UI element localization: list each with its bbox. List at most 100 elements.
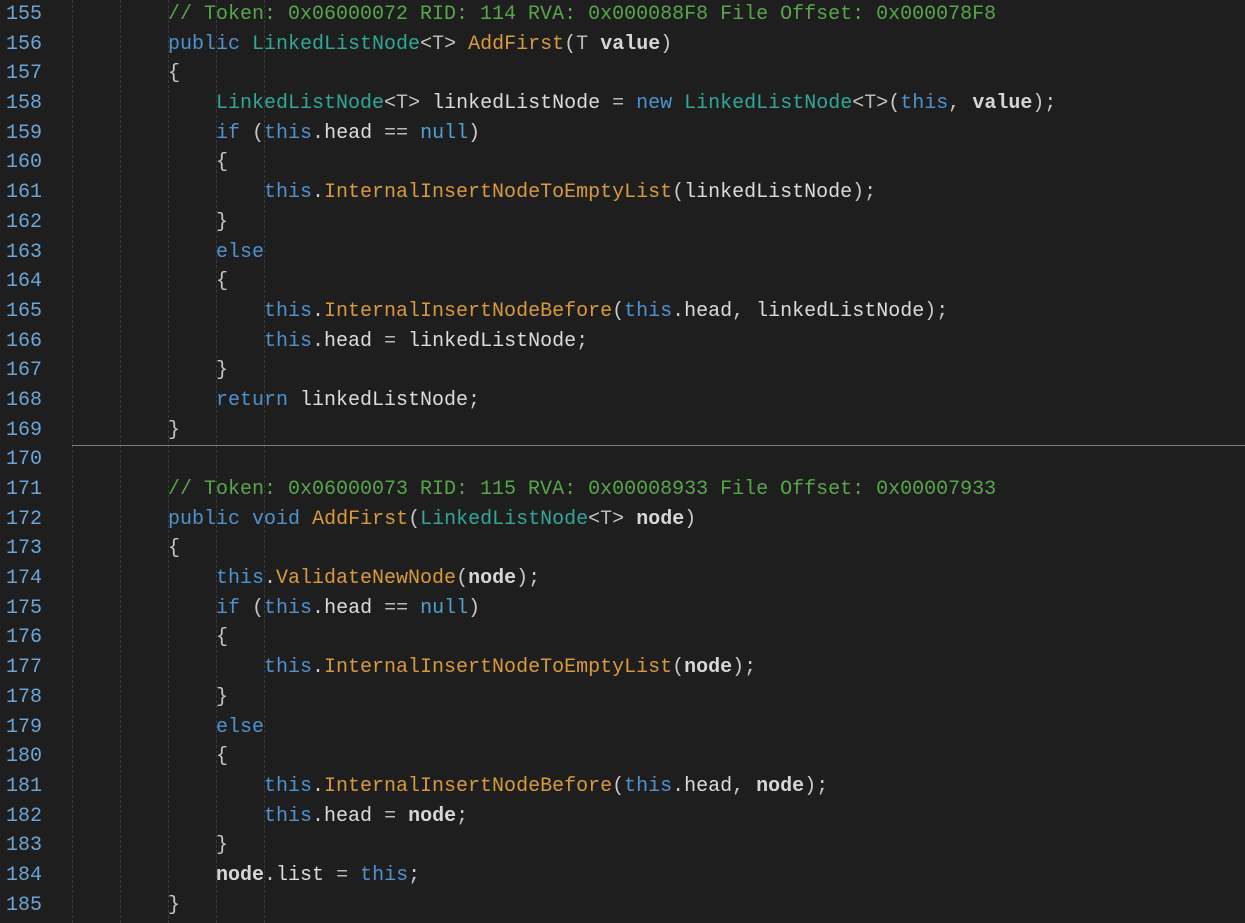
code-token: void (252, 508, 300, 531)
code-token: ; (576, 330, 588, 353)
line-number: 158 (0, 89, 42, 119)
code-token: T (396, 92, 408, 115)
code-line[interactable]: } (72, 416, 1245, 446)
code-token: = (336, 864, 348, 887)
code-line[interactable]: node.list = this; (72, 861, 1245, 891)
code-line[interactable] (72, 445, 1245, 475)
code-token (744, 775, 756, 798)
code-token: head (324, 805, 372, 828)
code-token: , (948, 92, 960, 115)
code-content[interactable]: // Token: 0x06000072 RID: 114 RVA: 0x000… (54, 0, 1245, 923)
code-token: ( (456, 567, 468, 590)
code-line[interactable]: // Token: 0x06000072 RID: 114 RVA: 0x000… (72, 0, 1245, 30)
line-number: 168 (0, 386, 42, 416)
code-line[interactable]: this.ValidateNewNode(node); (72, 564, 1245, 594)
code-token: this (624, 300, 672, 323)
code-token: linkedListNode (420, 92, 612, 115)
code-token: this (624, 775, 672, 798)
code-token: . (312, 597, 324, 620)
code-line[interactable]: { (72, 267, 1245, 297)
code-line[interactable]: // Token: 0x06000073 RID: 115 RVA: 0x000… (72, 475, 1245, 505)
code-token: ) (804, 775, 816, 798)
code-line[interactable]: else (72, 713, 1245, 743)
code-token: ) (732, 656, 744, 679)
code-token: . (312, 122, 324, 145)
code-line[interactable]: { (72, 148, 1245, 178)
line-number: 178 (0, 683, 42, 713)
line-number: 164 (0, 267, 42, 297)
code-line[interactable]: public void AddFirst(LinkedListNode<T> n… (72, 505, 1245, 535)
code-token: ) (516, 567, 528, 590)
code-line[interactable]: public LinkedListNode<T> AddFirst(T valu… (72, 30, 1245, 60)
code-token: , (732, 300, 744, 323)
line-number: 162 (0, 208, 42, 238)
code-token: ) (468, 122, 480, 145)
code-token (672, 92, 684, 115)
code-token: linkedListNode (408, 330, 576, 353)
code-line[interactable]: else (72, 238, 1245, 268)
line-number-gutter: 1551561571581591601611621631641651661671… (0, 0, 54, 923)
code-token: ( (612, 300, 624, 323)
code-line[interactable]: this.InternalInsertNodeToEmptyList(node)… (72, 653, 1245, 683)
code-line[interactable]: } (72, 356, 1245, 386)
code-token: LinkedListNode (420, 508, 588, 531)
code-token: this (264, 122, 312, 145)
code-token: this (264, 775, 312, 798)
code-token: { (216, 270, 228, 293)
code-token: this (900, 92, 948, 115)
code-token: } (216, 686, 228, 709)
code-token: > (876, 92, 888, 115)
line-number: 179 (0, 713, 42, 743)
code-line[interactable]: LinkedListNode<T> linkedListNode = new L… (72, 89, 1245, 119)
code-token (408, 122, 420, 145)
code-line[interactable]: { (72, 59, 1245, 89)
code-token: this (264, 300, 312, 323)
code-token (744, 300, 756, 323)
code-token (624, 92, 636, 115)
code-token: LinkedListNode (216, 92, 384, 115)
code-editor[interactable]: 1551561571581591601611621631641651661671… (0, 0, 1245, 923)
code-token: list (276, 864, 324, 887)
code-line[interactable]: { (72, 742, 1245, 772)
line-number: 184 (0, 861, 42, 891)
code-token: null (420, 122, 468, 145)
code-token: == (384, 122, 408, 145)
code-token: { (168, 537, 180, 560)
code-line[interactable]: } (72, 208, 1245, 238)
code-line[interactable]: } (72, 831, 1245, 861)
code-line[interactable]: this.InternalInsertNodeBefore(this.head,… (72, 772, 1245, 802)
code-token: ; (468, 389, 480, 412)
code-line[interactable]: this.InternalInsertNodeToEmptyList(linke… (72, 178, 1245, 208)
code-token: ( (240, 122, 264, 145)
code-line[interactable]: } (72, 683, 1245, 713)
code-token: ( (672, 181, 684, 204)
code-token: this (264, 597, 312, 620)
line-number: 166 (0, 327, 42, 357)
code-line[interactable]: if (this.head == null) (72, 119, 1245, 149)
code-line[interactable]: this.InternalInsertNodeBefore(this.head,… (72, 297, 1245, 327)
code-line[interactable]: if (this.head == null) (72, 594, 1245, 624)
code-line[interactable]: { (72, 534, 1245, 564)
code-line[interactable]: return linkedListNode; (72, 386, 1245, 416)
line-number: 169 (0, 416, 42, 446)
code-token: } (216, 834, 228, 857)
code-line[interactable]: this.head = linkedListNode; (72, 327, 1245, 357)
code-line[interactable]: this.head = node; (72, 802, 1245, 832)
code-token: > (408, 92, 420, 115)
code-token (324, 864, 336, 887)
code-token: else (216, 716, 264, 739)
code-token: > (612, 508, 624, 531)
code-token: return (216, 389, 288, 412)
code-token: = (384, 330, 396, 353)
line-number: 174 (0, 564, 42, 594)
code-token: this (216, 567, 264, 590)
code-token: { (216, 151, 228, 174)
code-token (588, 33, 600, 56)
code-token: InternalInsertNodeBefore (324, 775, 612, 798)
code-token: public (168, 33, 240, 56)
code-line[interactable]: { (72, 623, 1245, 653)
code-line[interactable]: } (72, 891, 1245, 921)
code-token: > (444, 33, 456, 56)
code-token: else (216, 241, 264, 264)
code-token (396, 330, 408, 353)
